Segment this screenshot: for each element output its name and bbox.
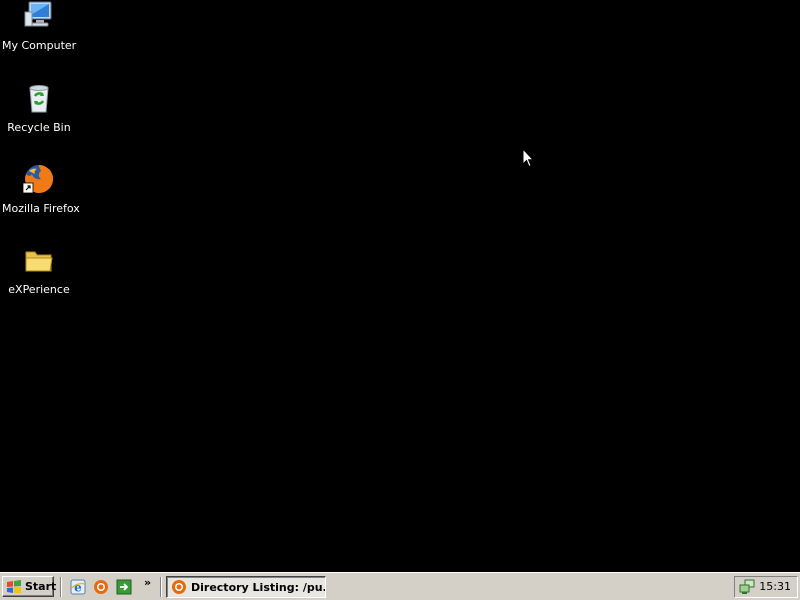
- desktop-icon-mozilla-firefox[interactable]: Mozilla Firefox: [0, 163, 80, 216]
- firefox-icon: [171, 579, 187, 595]
- clock[interactable]: 15:31: [759, 580, 791, 593]
- svg-text:e: e: [74, 581, 82, 595]
- firefox-icon[interactable]: [93, 579, 109, 595]
- show-desktop-icon[interactable]: [116, 579, 132, 595]
- internet-explorer-icon[interactable]: e: [70, 579, 86, 595]
- taskbar: Start e » Directory Listing: /pu... 15:3…: [0, 572, 800, 600]
- my-computer-icon: [23, 0, 55, 32]
- recycle-bin-icon: [23, 82, 55, 114]
- windows-logo-icon: [6, 579, 22, 594]
- mouse-cursor: [522, 147, 535, 168]
- quick-launch-more-chevron[interactable]: »: [144, 576, 151, 589]
- start-button[interactable]: Start: [2, 576, 57, 597]
- desktop-icon-experience[interactable]: eXPerience: [0, 244, 78, 297]
- desktop-icon-label: eXPerience: [8, 283, 70, 296]
- task-button-label: Directory Listing: /pu...: [191, 580, 326, 594]
- taskbar-button-directory-listing[interactable]: Directory Listing: /pu...: [166, 576, 326, 598]
- desktop-icon-label: My Computer: [2, 39, 77, 52]
- desktop-icon-recycle-bin[interactable]: Recycle Bin: [0, 82, 78, 135]
- system-tray: 15:31: [734, 576, 798, 598]
- folder-icon: [23, 244, 55, 276]
- desktop-icon-label: Recycle Bin: [7, 121, 71, 134]
- network-icon[interactable]: [739, 579, 755, 595]
- taskbar-separator: [160, 577, 162, 597]
- firefox-icon: [22, 163, 55, 195]
- desktop[interactable]: My Computer Recycle Bin Mozilla Firefox …: [0, 0, 800, 572]
- desktop-icon-my-computer[interactable]: My Computer: [0, 0, 78, 53]
- start-label: Start: [25, 580, 57, 593]
- desktop-icon-label: Mozilla Firefox: [2, 202, 80, 215]
- taskbar-separator: [60, 577, 62, 597]
